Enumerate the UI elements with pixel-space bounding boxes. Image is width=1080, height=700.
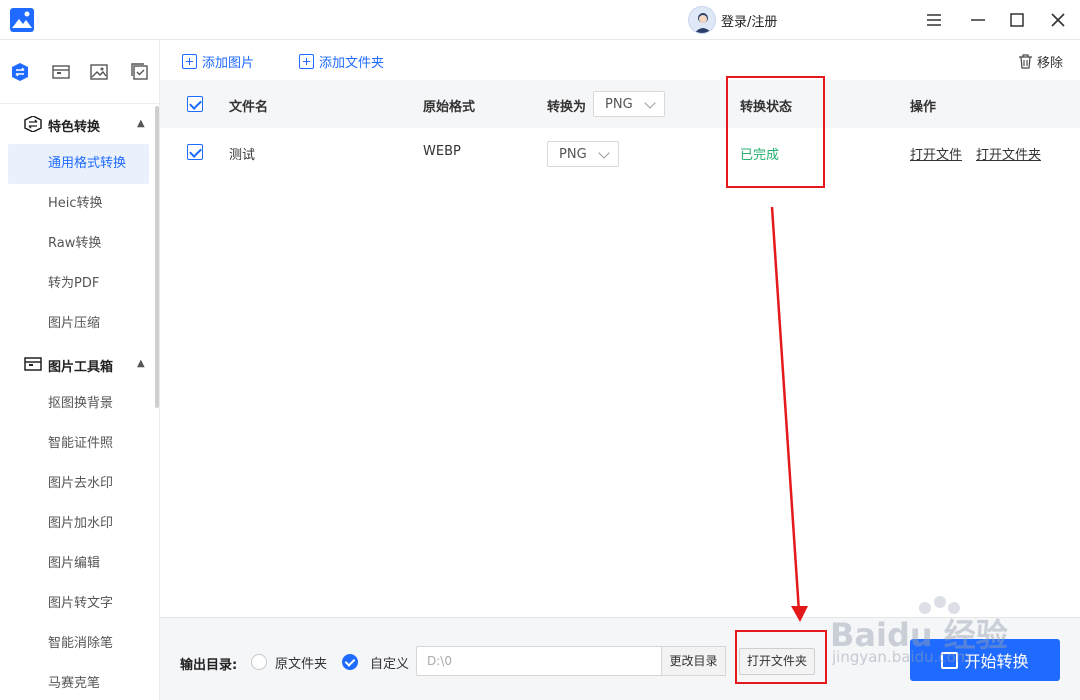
- annotation-arrow: [770, 206, 808, 622]
